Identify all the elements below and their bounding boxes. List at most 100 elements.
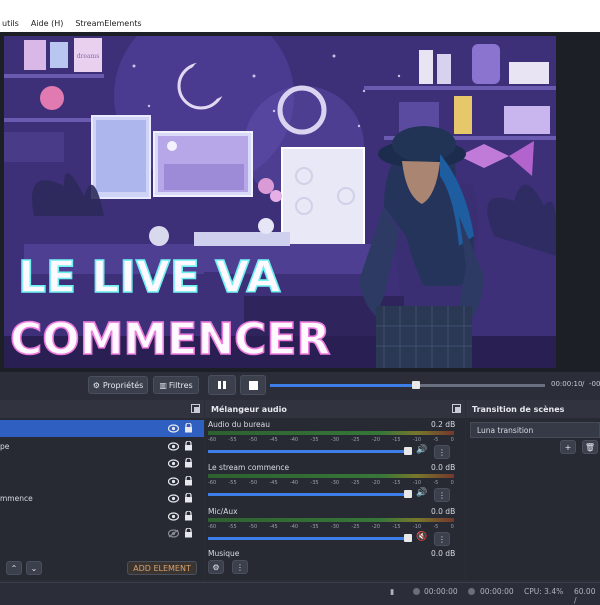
meter-tick-label: -30 bbox=[330, 524, 340, 530]
meter-tick-label: -10 bbox=[412, 480, 422, 486]
mixer-channel-name: Mic/Aux bbox=[208, 507, 238, 516]
remove-transition-button[interactable]: 🗑 bbox=[582, 440, 598, 454]
time-separator: / bbox=[582, 380, 585, 388]
lock-icon[interactable] bbox=[184, 475, 193, 486]
overlay-line-1: LE LIVE VA bbox=[18, 252, 280, 303]
more-vertical-icon: ⋮ bbox=[236, 562, 244, 572]
lock-icon[interactable] bbox=[184, 458, 193, 468]
mixer-settings-button[interactable]: ⚙ bbox=[208, 560, 224, 574]
fps-readout: 60.00 / bbox=[574, 587, 596, 605]
move-up-button[interactable]: ⌃ bbox=[6, 561, 22, 575]
meter-tick-label: -50 bbox=[248, 524, 258, 530]
gear-icon: ⚙ bbox=[212, 562, 220, 572]
eye-icon[interactable] bbox=[168, 441, 179, 451]
mixer-menu-button[interactable]: ⋮ bbox=[434, 488, 450, 502]
eye-icon[interactable] bbox=[168, 459, 179, 468]
volume-slider[interactable] bbox=[208, 450, 408, 453]
eye-off-icon[interactable] bbox=[168, 529, 179, 538]
meter-tick-label: -15 bbox=[392, 480, 401, 486]
eye-icon[interactable] bbox=[168, 511, 179, 521]
pause-button[interactable] bbox=[208, 375, 236, 395]
meter-tick-label: -55 bbox=[228, 437, 237, 443]
mixer-header: Mélangeur audio bbox=[205, 400, 465, 418]
lock-icon[interactable] bbox=[184, 423, 193, 433]
mixer-channel-name: Musique bbox=[208, 549, 240, 558]
record-indicator-icon bbox=[413, 588, 420, 595]
meter-tick-label: -20 bbox=[371, 437, 381, 443]
undock-icon[interactable] bbox=[191, 404, 200, 413]
meter-tick-label: -40 bbox=[289, 524, 299, 530]
time-remaining: -00: bbox=[589, 380, 600, 388]
filters-label: Filtres bbox=[168, 380, 193, 390]
poster-text: dreams bbox=[77, 53, 100, 60]
pause-icon bbox=[218, 381, 226, 389]
source-item[interactable] bbox=[0, 525, 204, 542]
meter-tick-label: -30 bbox=[330, 480, 340, 486]
volume-meter bbox=[208, 474, 454, 478]
preview-scene: dreams LE LIVE VA COMMENCER bbox=[4, 36, 556, 368]
source-item[interactable]: pe bbox=[0, 438, 204, 455]
meter-tick-label: -10 bbox=[412, 437, 422, 443]
menu-item-streamelements[interactable]: StreamElements bbox=[75, 19, 141, 28]
stop-icon bbox=[248, 380, 258, 390]
source-item[interactable] bbox=[0, 455, 204, 472]
source-item[interactable] bbox=[0, 420, 204, 437]
mixer-menu-button[interactable]: ⋮ bbox=[232, 560, 248, 574]
seek-handle[interactable] bbox=[411, 381, 420, 389]
meter-tick-label: -25 bbox=[351, 437, 360, 443]
add-transition-button[interactable]: + bbox=[560, 440, 576, 454]
sources-header bbox=[0, 400, 204, 418]
transition-select[interactable]: Luna transition bbox=[470, 422, 600, 438]
transitions-header: Transition de scènes bbox=[466, 400, 600, 418]
meter-tick-label: -55 bbox=[228, 480, 237, 486]
meter-scale: -60 -55 -50 -45 -40 -35 -30 -25 -20 -15 -10 -5 0 bbox=[208, 524, 454, 532]
stop-button[interactable] bbox=[240, 375, 266, 395]
properties-button[interactable]: ⚙ Propriétés bbox=[88, 376, 148, 394]
volume-slider[interactable] bbox=[208, 537, 408, 540]
lock-icon[interactable] bbox=[184, 493, 193, 503]
stream-preview[interactable]: dreams LE LIVE VA COMMENCER bbox=[4, 36, 556, 368]
speaker-icon[interactable]: 🔊 bbox=[416, 445, 427, 455]
meter-tick-label: -20 bbox=[371, 480, 381, 486]
lock-icon[interactable] bbox=[184, 510, 193, 521]
speaker-muted-icon[interactable]: 🔇 bbox=[416, 532, 427, 542]
add-element-button[interactable]: ADD ELEMENT bbox=[127, 561, 197, 575]
volume-meter bbox=[208, 518, 454, 522]
meter-tick-label: -50 bbox=[248, 480, 258, 486]
top-strip bbox=[0, 0, 600, 14]
eye-icon[interactable] bbox=[168, 494, 179, 503]
filters-button[interactable]: ▥ Filtres bbox=[153, 376, 199, 394]
source-item-label: pe bbox=[0, 441, 10, 451]
menu-item-help[interactable]: Aide (H) bbox=[31, 19, 64, 28]
mixer-menu-button[interactable]: ⋮ bbox=[434, 532, 450, 546]
source-item[interactable] bbox=[0, 473, 204, 490]
speaker-icon[interactable]: 🔊 bbox=[416, 488, 427, 498]
meter-tick-label: -55 bbox=[228, 524, 237, 530]
mixer-menu-button[interactable]: ⋮ bbox=[434, 445, 450, 459]
volume-slider-handle[interactable] bbox=[404, 490, 412, 498]
meter-tick-label: -45 bbox=[269, 480, 278, 486]
menu-bar: utils Aide (H) StreamElements bbox=[0, 14, 600, 32]
undock-icon[interactable] bbox=[452, 404, 461, 413]
meter-tick-label: -15 bbox=[392, 524, 401, 530]
eye-icon[interactable] bbox=[168, 476, 179, 486]
menu-item-tools[interactable]: utils bbox=[2, 19, 19, 28]
source-item-label: mmence bbox=[0, 494, 33, 503]
lock-icon[interactable] bbox=[184, 440, 193, 451]
move-down-button[interactable]: ⌄ bbox=[26, 561, 42, 575]
volume-slider[interactable] bbox=[208, 493, 408, 496]
stream-indicator-icon bbox=[468, 588, 475, 595]
meter-tick-label: -10 bbox=[412, 524, 422, 530]
meter-tick-label: -30 bbox=[330, 437, 340, 443]
volume-slider-handle[interactable] bbox=[404, 447, 412, 455]
meter-tick-label: -25 bbox=[351, 524, 360, 530]
volume-slider-handle[interactable] bbox=[404, 534, 412, 542]
meter-tick-label: 0 bbox=[450, 524, 454, 530]
lock-icon[interactable] bbox=[184, 528, 193, 538]
overlay-line-2: COMMENCER bbox=[10, 314, 330, 365]
gear-icon: ⚙ bbox=[92, 380, 100, 390]
volume-meter bbox=[208, 431, 454, 435]
source-item[interactable] bbox=[0, 508, 204, 525]
eye-icon[interactable] bbox=[168, 424, 179, 433]
source-item[interactable]: mmence bbox=[0, 490, 204, 507]
